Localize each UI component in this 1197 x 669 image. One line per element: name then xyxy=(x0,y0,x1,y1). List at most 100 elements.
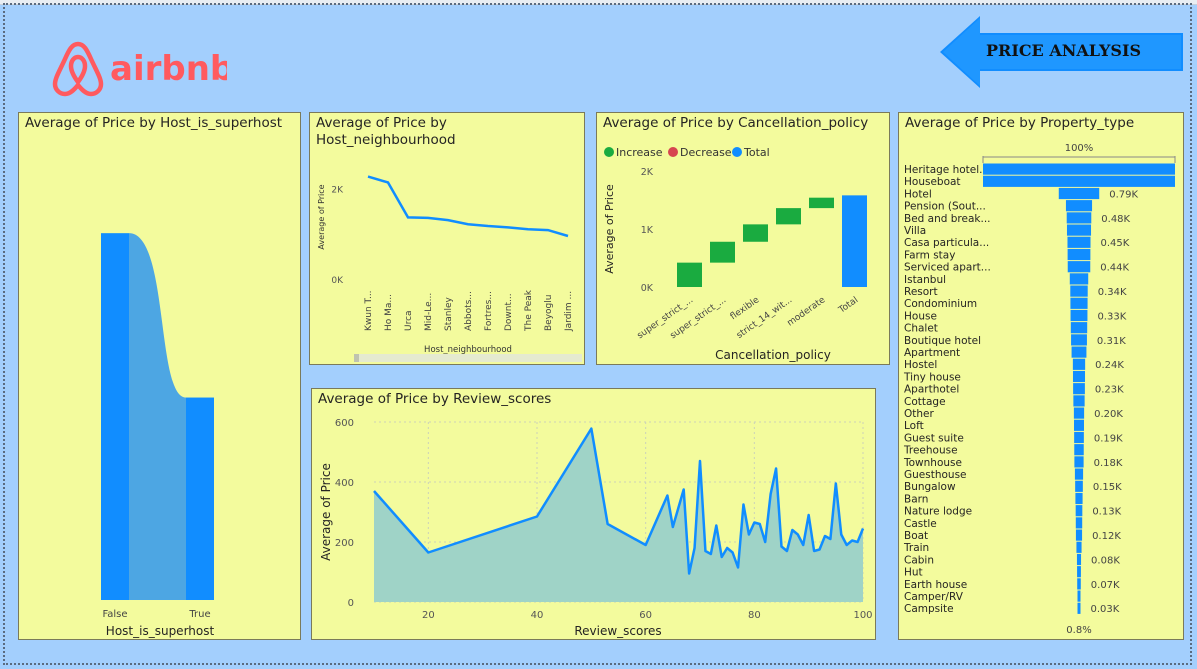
category-label: Apartment xyxy=(904,347,960,359)
x-axis-title: Host_neighbourhood xyxy=(424,345,512,355)
neighbourhood-panel[interactable]: Average of Price by Host_neighbourhood A… xyxy=(309,112,585,365)
data-label: 0.18K xyxy=(1094,458,1123,469)
x-tick-label: Urca xyxy=(404,310,414,331)
data-label: 0.08K xyxy=(1091,555,1120,566)
category-label: Aparthotel xyxy=(904,384,959,396)
data-label: 0.48K xyxy=(1101,214,1130,225)
area-fill xyxy=(374,428,863,602)
x-tick-label: The Peak xyxy=(524,289,534,332)
x-tick: 60 xyxy=(639,610,652,621)
data-label: 0.31K xyxy=(1097,336,1126,347)
cancellation-panel[interactable]: Average of Price by Cancellation_policy … xyxy=(596,112,890,365)
funnel-bar xyxy=(1075,505,1083,517)
funnel-bar xyxy=(1073,383,1085,395)
category-label: Resort xyxy=(904,286,938,298)
category-label: Treehouse xyxy=(903,445,958,457)
funnel-bar xyxy=(1076,541,1082,553)
tick-label-false: False xyxy=(102,609,127,620)
funnel-bar xyxy=(1074,431,1084,444)
top-percentage-label: 100% xyxy=(1065,143,1094,154)
y-tick: 0 xyxy=(348,598,354,609)
x-tick: 80 xyxy=(748,610,761,621)
category-label: Bed and break... xyxy=(904,213,991,225)
property-panel[interactable]: Average of Price by Property_type 100% He… xyxy=(898,112,1184,640)
data-label: 0.44K xyxy=(1100,263,1129,274)
review-chart: 0 200 400 600 20 40 60 80 100 Average of Price Rev… xyxy=(319,418,873,638)
waterfall-total-bar xyxy=(842,195,867,287)
data-label: 0.79K xyxy=(1109,189,1138,200)
category-label: Guesthouse xyxy=(904,469,967,481)
y-tick-2k: 2K xyxy=(331,185,344,195)
funnel-bar xyxy=(1075,517,1083,529)
category-label: Campsite xyxy=(904,603,954,615)
category-label: Tiny house xyxy=(903,371,961,383)
waterfall-bar xyxy=(677,262,702,287)
x-tick-label: moderate xyxy=(786,295,828,329)
category-label: Condominium xyxy=(904,298,977,310)
y-tick: 200 xyxy=(335,538,354,549)
y-axis-title: Average of Price xyxy=(319,463,333,561)
category-label: Nature lodge xyxy=(904,506,972,518)
category-label: Hut xyxy=(904,567,923,579)
category-label: Loft xyxy=(904,420,924,432)
funnel-bar xyxy=(1058,187,1100,200)
data-label: 0.03K xyxy=(1091,604,1120,615)
funnel-bar xyxy=(1074,456,1084,468)
data-label: 0.33K xyxy=(1097,311,1126,322)
x-axis-title: Review_scores xyxy=(574,624,661,638)
x-tick-label: Mid-Le... xyxy=(424,293,434,331)
airbnb-belo-icon xyxy=(52,41,104,97)
x-tick: 40 xyxy=(531,610,544,621)
waterfall-bar xyxy=(743,224,768,242)
funnel-bar xyxy=(1067,261,1091,273)
legend-marker xyxy=(604,147,614,157)
waterfall-bar xyxy=(809,197,834,209)
legend-label: Total xyxy=(743,146,770,159)
neighbourhood-chart: Average of Price 2K 0K Kwun T... Ho Ma... Urc… xyxy=(317,175,582,362)
superhost-panel[interactable]: Average of Price by Host_is_superhost Fa… xyxy=(18,112,301,640)
funnel-bar xyxy=(1077,602,1081,614)
category-label: Hostel xyxy=(904,359,937,371)
category-label: Cabin xyxy=(904,554,934,566)
funnel-bar xyxy=(1075,480,1083,492)
series-line xyxy=(367,175,569,238)
funnel-bar xyxy=(1073,395,1085,407)
legend-label: Increase xyxy=(616,146,663,159)
legend-label: Decrease xyxy=(680,146,732,159)
category-label: House xyxy=(904,310,937,322)
airbnb-logo: airbnb xyxy=(52,40,234,102)
funnel-bar xyxy=(1065,200,1093,212)
y-tick: 400 xyxy=(335,478,354,489)
funnel-bar xyxy=(1075,492,1083,505)
funnel-bar xyxy=(1077,578,1081,590)
category-label: Farm stay xyxy=(904,249,955,261)
funnel-bar xyxy=(983,163,1175,175)
category-label: Other xyxy=(904,408,934,420)
funnel-bar xyxy=(1074,444,1084,456)
x-tick-label: Stanley xyxy=(444,297,454,331)
category-label: Boat xyxy=(904,530,928,542)
category-label: Boutique hotel xyxy=(904,335,981,347)
review-panel[interactable]: Average of Price by Review_scores 0 200 40… xyxy=(311,388,876,640)
price-analysis-banner: PRICE ANALYSIS xyxy=(940,16,1186,92)
x-tick-label: super_strict_... xyxy=(669,295,729,341)
funnel-bar xyxy=(1066,212,1092,224)
category-label: Earth house xyxy=(904,579,967,591)
cancellation-chart: Increase Decrease Total Average of Price 0K 1… xyxy=(603,146,867,362)
funnel-bar xyxy=(1075,529,1083,541)
funnel-bar xyxy=(1074,419,1084,431)
category-label: Pension (Sout... xyxy=(904,201,986,213)
category-label: Villa xyxy=(904,225,926,237)
y-tick: 2K xyxy=(641,167,654,178)
x-tick-label: Kwun T... xyxy=(364,290,374,331)
funnel-bar xyxy=(1077,566,1081,578)
data-label: 0.20K xyxy=(1094,409,1123,420)
funnel-bar xyxy=(1070,309,1088,322)
category-label: Casa particula... xyxy=(904,237,989,249)
funnel-bar xyxy=(1067,236,1091,248)
bar-true xyxy=(186,397,214,600)
category-label: Chalet xyxy=(904,323,938,335)
data-label: 0.23K xyxy=(1095,385,1124,396)
bar-false xyxy=(101,233,129,600)
x-tick-label: Downt... xyxy=(504,293,514,331)
